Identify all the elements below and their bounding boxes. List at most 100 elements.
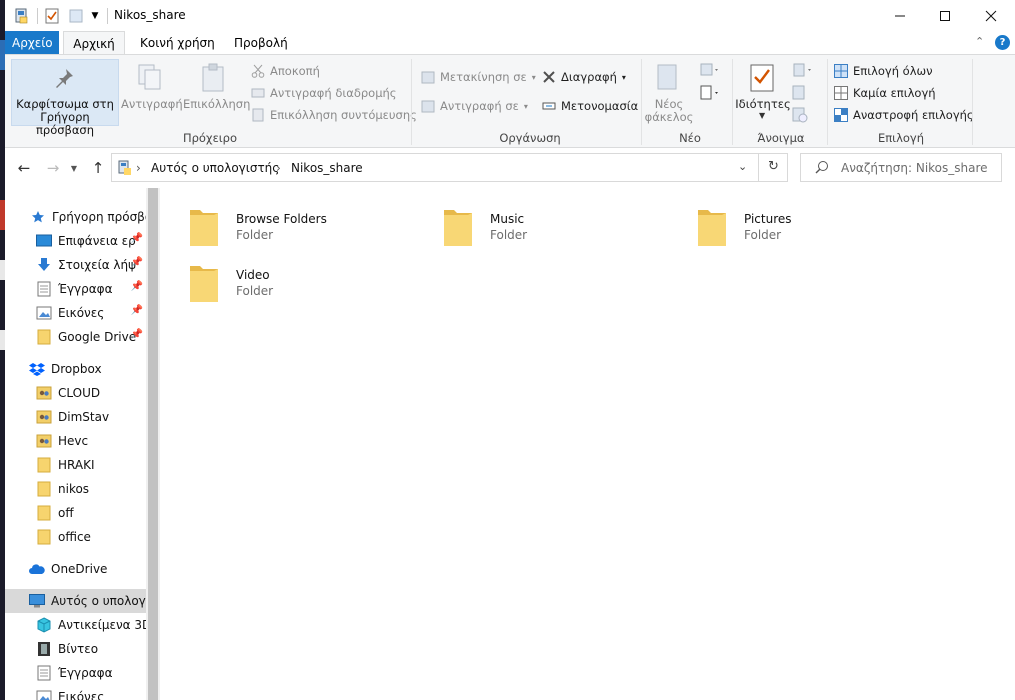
search-box[interactable]: Αναζήτηση: Nikos_share: [800, 153, 1002, 182]
select-none-button[interactable]: Καμία επιλογή: [834, 86, 936, 100]
nav-documents[interactable]: Έγγραφα 📌: [5, 277, 146, 301]
cloud-icon: [29, 561, 45, 577]
copy-path-button[interactable]: Αντιγραφή διαδρομής: [251, 86, 397, 100]
new-folder-label-2[interactable]: φάκελος: [641, 111, 697, 124]
nav-videos[interactable]: Βίντεο: [5, 637, 146, 661]
tab-share[interactable]: Κοινή χρήση: [133, 31, 222, 55]
search-icon: [815, 160, 829, 177]
ribbon-separator: [827, 59, 828, 145]
folder-item[interactable]: Video Folder: [160, 250, 400, 302]
pin-icon: 📌: [130, 329, 143, 340]
nav-pc-pictures[interactable]: Εικόνες: [5, 685, 146, 700]
dropbox-icon: [29, 361, 45, 377]
properties-dropdown-icon[interactable]: ▼: [759, 111, 765, 120]
nav-label: Αντικείμενα 3D: [58, 618, 146, 632]
paste-button[interactable]: Επικόλληση: [183, 98, 250, 111]
folder-type: Folder: [236, 228, 274, 242]
nav-dropbox-office[interactable]: office: [5, 525, 146, 549]
close-button[interactable]: [968, 0, 1014, 31]
folder-icon: [36, 457, 52, 473]
up-button[interactable]: ↑: [87, 158, 109, 178]
new-folder-icon: [656, 63, 680, 94]
back-button[interactable]: ←: [13, 158, 35, 178]
select-all-button[interactable]: Επιλογή όλων: [834, 64, 933, 78]
file-list: Browse Folders Folder Music Folder Pictu…: [160, 188, 1015, 700]
address-bar[interactable]: › Αυτός ο υπολογιστής › Nikos_share ⌄ ↻: [111, 153, 788, 182]
download-arrow-icon: [36, 257, 52, 273]
properties-quick-icon[interactable]: [43, 6, 61, 26]
folder-item[interactable]: Browse Folders Folder: [160, 194, 400, 246]
folder-item[interactable]: Music Folder: [414, 194, 654, 246]
breadcrumb-separator-icon[interactable]: ›: [276, 161, 281, 175]
nav-scrollbar[interactable]: [146, 188, 160, 700]
copy-button[interactable]: Αντιγραφή: [121, 98, 183, 111]
help-icon[interactable]: ?: [995, 35, 1010, 50]
tab-home[interactable]: Αρχική: [63, 31, 125, 56]
open-group-label: Άνοιγμα: [757, 131, 805, 145]
window-title: Nikos_share: [114, 8, 186, 22]
breadcrumb-separator-icon[interactable]: ›: [136, 161, 141, 175]
delete-button[interactable]: Διαγραφή ▾: [542, 70, 626, 84]
nav-quick-access[interactable]: Γρήγορη πρόσβα: [5, 205, 146, 229]
copy-to-button[interactable]: Αντιγραφή σε ▾: [421, 99, 528, 113]
copy-icon: [137, 63, 163, 94]
address-dropdown-icon[interactable]: ⌄: [738, 160, 747, 173]
easy-access-icon[interactable]: [698, 85, 720, 104]
nav-pictures[interactable]: Εικόνες 📌: [5, 301, 146, 325]
maximize-button[interactable]: [922, 0, 968, 31]
delete-icon: [542, 70, 556, 84]
recent-locations-icon[interactable]: ▼: [67, 158, 81, 178]
customize-quick-access-icon[interactable]: ▼: [89, 6, 101, 26]
pictures-icon: [36, 689, 52, 700]
nav-pc-documents[interactable]: Έγγραφα: [5, 661, 146, 685]
minimize-button[interactable]: [877, 0, 923, 31]
film-icon: [36, 641, 52, 657]
paste-shortcut-button[interactable]: Επικόλληση συντόμευσης: [251, 108, 417, 122]
nav-label: Βίντεο: [58, 642, 99, 656]
cut-button[interactable]: Αποκοπή: [251, 64, 320, 78]
nav-label: nikos: [58, 482, 90, 496]
refresh-icon[interactable]: ↻: [768, 159, 779, 174]
move-to-button[interactable]: Μετακίνηση σε ▾: [421, 70, 536, 84]
breadcrumb-this-pc[interactable]: Αυτός ο υπολογιστής: [151, 161, 279, 175]
forward-button[interactable]: →: [42, 158, 64, 178]
nav-onedrive[interactable]: OneDrive: [5, 557, 146, 581]
history-icon[interactable]: [792, 107, 808, 126]
new-folder-quick-icon[interactable]: [67, 6, 85, 26]
pin-label-2: Γρήγορη πρόσβαση: [35, 110, 95, 137]
edit-icon[interactable]: [792, 85, 806, 104]
desktop-icon: [36, 233, 52, 249]
nav-label: Επιφάνεια ερ: [58, 234, 136, 248]
move-to-label: Μετακίνηση σε: [440, 70, 527, 84]
nav-dropbox[interactable]: Dropbox: [5, 357, 146, 381]
nav-desktop[interactable]: Επιφάνεια ερ 📌: [5, 229, 146, 253]
nav-dropbox-hevc[interactable]: Hevc: [5, 429, 146, 453]
this-pc-icon: [118, 160, 132, 179]
breadcrumb-current[interactable]: Nikos_share: [291, 161, 363, 175]
nav-downloads[interactable]: Στοιχεία λήψ 📌: [5, 253, 146, 277]
nav-dropbox-off[interactable]: off: [5, 501, 146, 525]
new-item-icon[interactable]: [698, 63, 720, 80]
properties-button[interactable]: Ιδιότητες: [733, 98, 793, 111]
folder-name: Video: [236, 268, 270, 282]
explorer-app-icon[interactable]: [13, 6, 31, 26]
pin-icon: 📌: [130, 257, 143, 268]
invert-selection-button[interactable]: Αναστροφή επιλογής: [834, 108, 974, 122]
nav-dropbox-dimstav[interactable]: DimStav: [5, 405, 146, 429]
tab-view[interactable]: Προβολή: [227, 31, 295, 55]
nav-dropbox-cloud[interactable]: CLOUD: [5, 381, 146, 405]
nav-dropbox-nikos[interactable]: nikos: [5, 477, 146, 501]
folder-item[interactable]: Pictures Folder: [668, 194, 908, 246]
rename-button[interactable]: Μετονομασία: [542, 99, 638, 113]
nav-google-drive[interactable]: Google Drive 📌: [5, 325, 146, 349]
nav-3d-objects[interactable]: Αντικείμενα 3D: [5, 613, 146, 637]
nav-dropbox-hraki[interactable]: HRAKI: [5, 453, 146, 477]
new-group-label: Νέο: [679, 131, 701, 145]
cube-icon: [36, 617, 52, 633]
tab-file[interactable]: Αρχείο: [5, 31, 59, 55]
nav-scrollbar-thumb[interactable]: [148, 188, 158, 700]
copy-path-label: Αντιγραφή διαδρομής: [270, 86, 397, 100]
nav-this-pc[interactable]: Αυτός ο υπολογι: [5, 589, 146, 613]
collapse-ribbon-icon[interactable]: ⌃: [975, 35, 984, 48]
open-icon[interactable]: [792, 63, 814, 80]
